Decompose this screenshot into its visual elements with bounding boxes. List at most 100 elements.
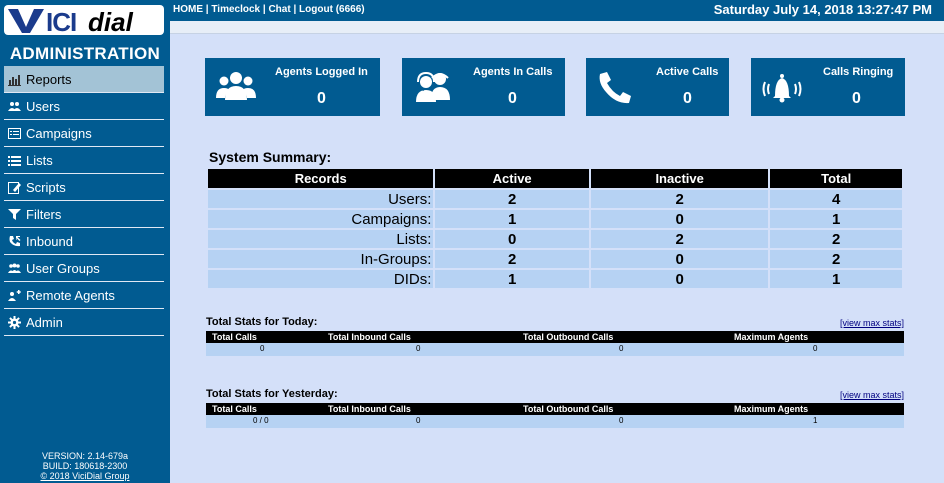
sidebar-item-label: Scripts [26,179,66,195]
today-view-max-stats-link[interactable]: [view max stats] [840,318,904,328]
sidebar-item-lists[interactable]: Lists [4,147,164,174]
active-count: 0 [435,228,589,248]
header-links: HOME | Timeclock | Chat | Logout (6666) [173,4,365,15]
inactive-count: 2 [590,228,769,248]
card-label: Agents Logged In [275,66,368,78]
total-count: 4 [770,188,902,208]
ringing-bell-icon [762,74,802,103]
card-label: Agents In Calls [473,66,553,78]
scripts-icon [7,180,21,194]
card-value: 0 [852,90,861,107]
card-label: Calls Ringing [823,66,894,78]
row-label: Lists: [208,228,434,248]
total-outbound-value: 0 [619,416,624,425]
table-row: DIDs: 1 0 1 [208,268,902,288]
card-value: 0 [508,90,517,107]
copyright-link[interactable]: © 2018 ViciDial Group [0,471,170,481]
logout-link[interactable]: Logout (6666) [299,4,365,15]
total-inbound-value: 0 [416,344,421,353]
sidebar: ICI dial ADMINISTRATION Reports Users Ca… [0,0,170,483]
lists-icon [7,153,21,167]
card-agents-logged-in[interactable]: Agents Logged In 0 [205,58,380,116]
home-link[interactable]: HOME [173,4,203,15]
gear-icon [7,315,21,329]
today-stats-title: Total Stats for Today: [206,316,318,328]
sidebar-item-label: Reports [26,71,72,87]
column-header: Active [435,169,589,188]
vicidial-logo[interactable]: ICI dial [4,3,166,37]
card-label: Active Calls [656,66,719,78]
table-row: Users: 2 2 4 [208,188,902,208]
column-header: Total Outbound Calls [523,332,614,342]
column-header: Inactive [590,169,769,188]
active-count: 1 [435,268,589,288]
sidebar-item-label: Remote Agents [26,287,115,303]
sidebar-item-user-groups[interactable]: User Groups [4,255,164,282]
card-value: 0 [317,90,326,107]
filter-icon [7,207,21,221]
sidebar-item-inbound[interactable]: Inbound [4,228,164,255]
inactive-count: 0 [590,268,769,288]
phone-handset-icon [599,72,631,104]
admin-title: ADMINISTRATION [9,44,161,63]
system-summary-table: Records Active Inactive Total Users: 2 2… [206,169,904,288]
remote-agents-icon [7,288,21,302]
total-count: 2 [770,228,902,248]
total-calls-value: 0 [260,344,265,353]
inactive-count: 0 [590,208,769,228]
sidebar-item-label: Users [26,98,60,114]
sidebar-item-label: Lists [26,152,53,168]
sidebar-item-filters[interactable]: Filters [4,201,164,228]
version-text: VERSION: 2.14-679a [41,451,129,461]
sidebar-item-label: Inbound [26,233,73,249]
reports-icon [7,72,21,86]
column-header: Records [208,169,434,188]
campaigns-icon [7,126,21,140]
header-separator: | [290,4,300,15]
row-label: Users: [208,188,434,208]
sidebar-item-reports[interactable]: Reports [4,66,164,93]
card-active-calls[interactable]: Active Calls 0 [586,58,729,116]
version-info: VERSION: 2.14-679a BUILD: 180618-2300 © … [0,451,170,481]
row-label: In-Groups: [208,248,434,268]
maximum-agents-value: 0 [813,344,818,353]
chat-link[interactable]: Chat [268,4,290,15]
sidebar-item-remote-agents[interactable]: Remote Agents [4,282,164,309]
column-header: Total [770,169,902,188]
sidebar-item-label: Admin [26,314,63,330]
card-agents-in-calls[interactable]: Agents In Calls 0 [402,58,565,116]
sidebar-nav: Reports Users Campaigns Lists Scripts Fi… [4,66,164,336]
svg-text:dial: dial [88,7,134,37]
sidebar-item-scripts[interactable]: Scripts [4,174,164,201]
column-header: Total Outbound Calls [523,404,614,414]
agents-headset-icon [416,71,450,102]
inactive-count: 2 [590,188,769,208]
top-header: HOME | Timeclock | Chat | Logout (6666) … [170,0,944,21]
sidebar-item-admin[interactable]: Admin [4,309,164,336]
system-summary-title: System Summary: [209,149,332,165]
sidebar-item-users[interactable]: Users [4,93,164,120]
yesterday-stats-header: Total Calls Total Inbound Calls Total Ou… [206,403,904,415]
active-count: 2 [435,188,589,208]
active-count: 2 [435,248,589,268]
total-count: 1 [770,208,902,228]
column-header: Maximum Agents [734,404,809,414]
yesterday-view-max-stats-link[interactable]: [view max stats] [840,390,904,400]
header-datetime: Saturday July 14, 2018 13:27:47 PM [713,2,932,17]
table-row: Lists: 0 2 2 [208,228,902,248]
column-header: Total Calls [212,332,257,342]
column-header: Total Inbound Calls [328,404,411,414]
column-header: Maximum Agents [734,332,809,342]
total-inbound-value: 0 [416,416,421,425]
inactive-count: 0 [590,248,769,268]
sidebar-item-label: Campaigns [26,125,92,141]
sidebar-item-label: User Groups [26,260,100,276]
card-calls-ringing[interactable]: Calls Ringing 0 [751,58,905,116]
sidebar-item-campaigns[interactable]: Campaigns [4,120,164,147]
total-calls-value: 0 / 0 [253,416,269,425]
yesterday-stats-row: 0 / 0 0 0 1 [206,415,904,428]
timeclock-link[interactable]: Timeclock [211,4,260,15]
row-label: DIDs: [208,268,434,288]
today-stats-header: Total Calls Total Inbound Calls Total Ou… [206,331,904,343]
yesterday-stats-title: Total Stats for Yesterday: [206,388,338,400]
